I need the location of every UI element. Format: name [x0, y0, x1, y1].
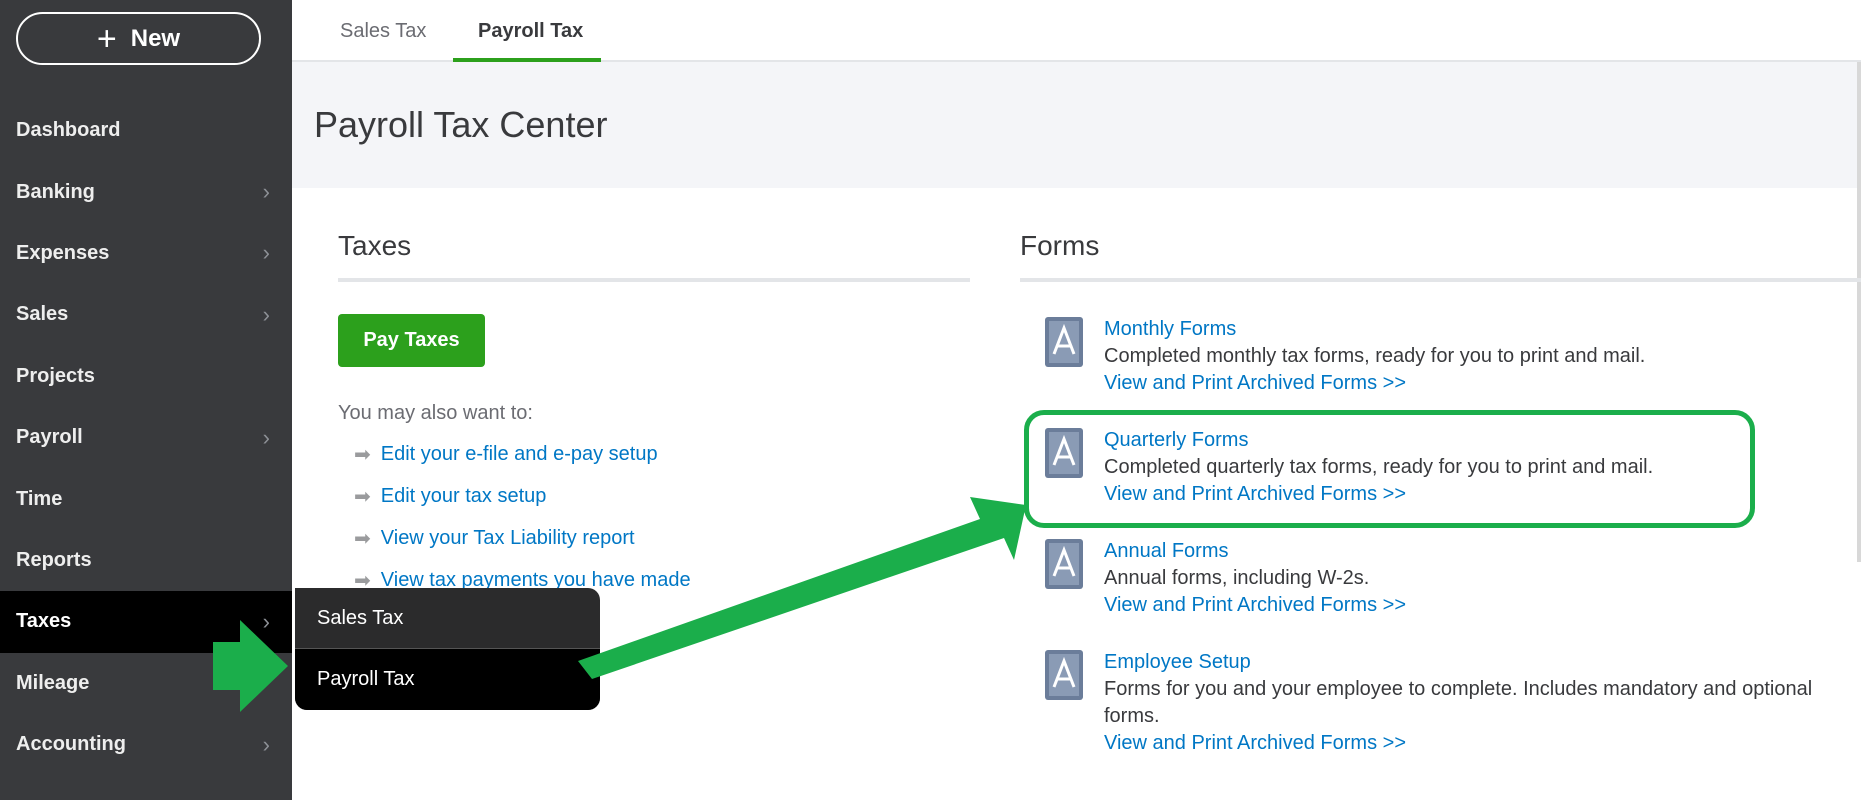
annotation-arrows: [213, 497, 1026, 712]
annotation-arrow-quarterly: [578, 497, 1026, 679]
annotation-arrow-taxes: [213, 620, 288, 712]
